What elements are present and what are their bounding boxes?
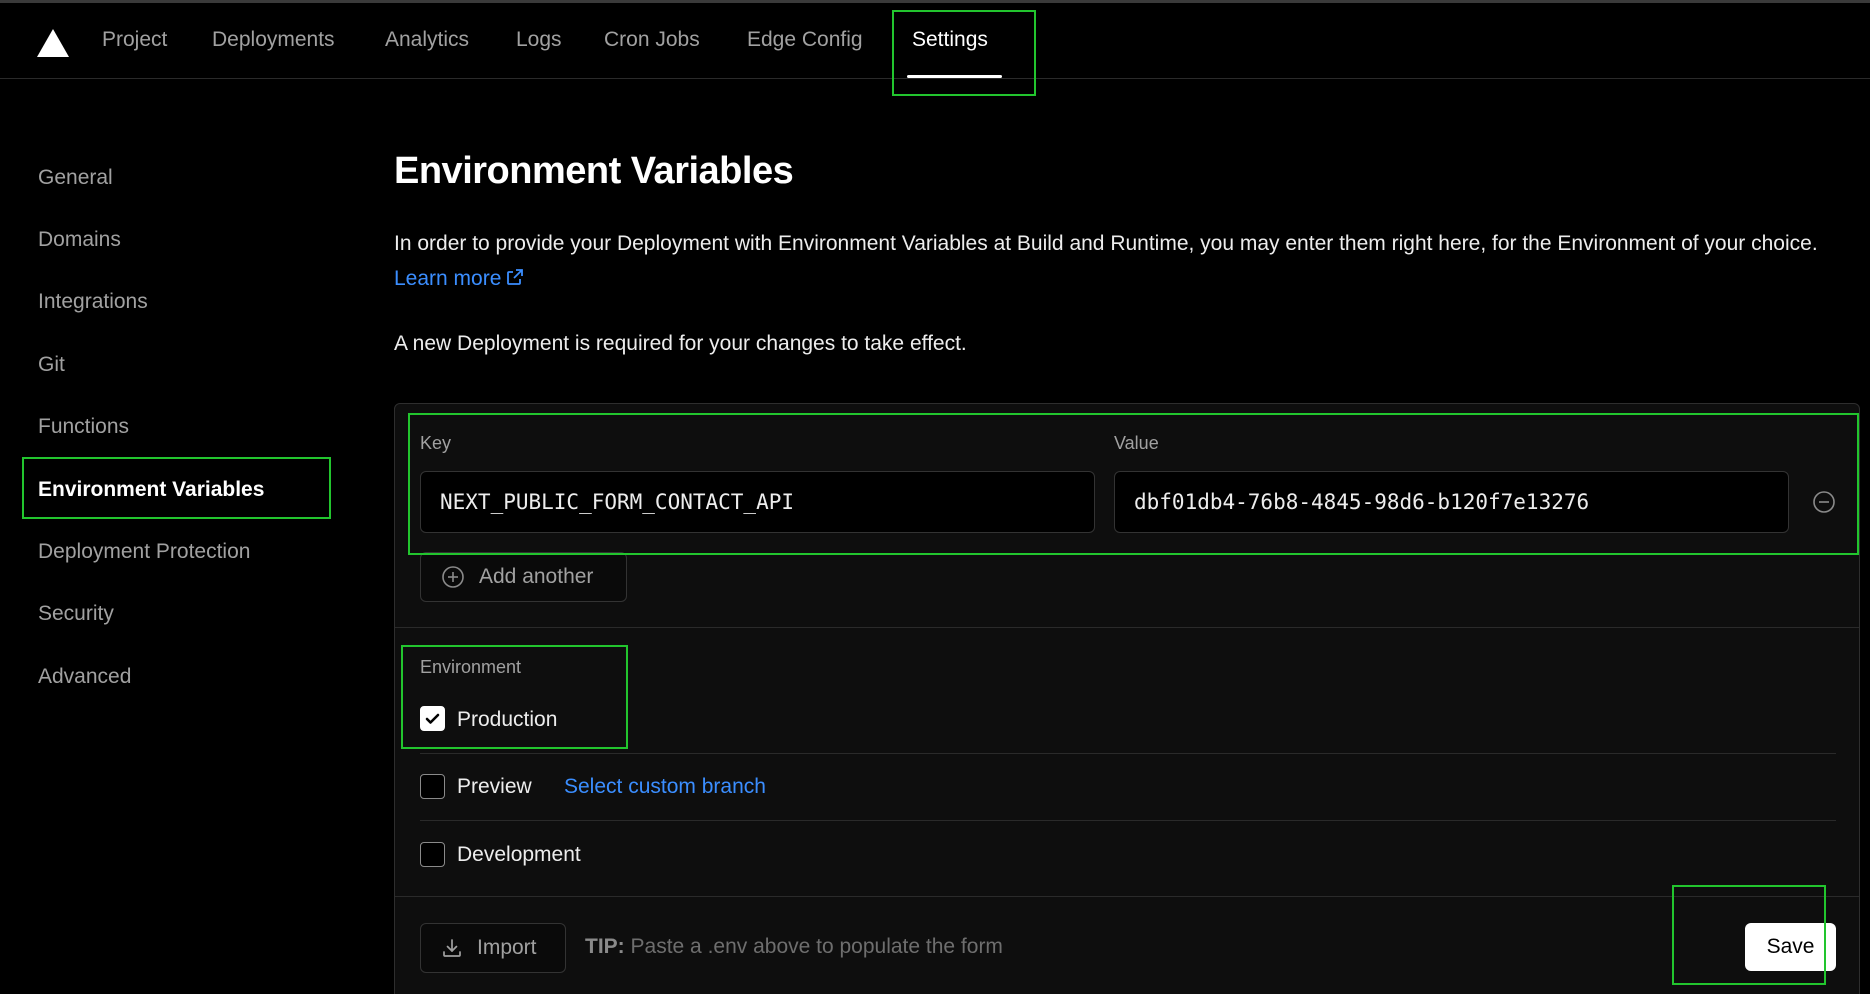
sidebar-item-integrations[interactable]: Integrations (38, 290, 148, 314)
sidebar-item-security[interactable]: Security (38, 602, 114, 626)
external-link-icon (507, 269, 524, 285)
sidebar-item-deployment-protection[interactable]: Deployment Protection (38, 540, 250, 564)
import-button[interactable]: Import (420, 923, 566, 973)
add-another-button[interactable]: Add another (420, 552, 627, 602)
download-icon (443, 939, 461, 957)
tip-text: TIP: Paste a .env above to populate the … (585, 935, 1003, 959)
key-input[interactable]: NEXT_PUBLIC_FORM_CONTACT_API (420, 471, 1095, 533)
tip-label: TIP: (585, 935, 625, 958)
sidebar-item-domains[interactable]: Domains (38, 228, 121, 252)
learn-more-label: Learn more (394, 267, 502, 290)
development-label[interactable]: Development (457, 843, 581, 867)
tab-cron-jobs[interactable]: Cron Jobs (604, 28, 700, 52)
tab-project[interactable]: Project (102, 28, 167, 52)
key-label: Key (420, 433, 452, 453)
tab-settings[interactable]: Settings (912, 28, 988, 52)
tab-analytics[interactable]: Analytics (385, 28, 469, 52)
preview-checkbox[interactable] (420, 774, 445, 799)
tab-deployments[interactable]: Deployments (212, 28, 335, 52)
sidebar-item-advanced[interactable]: Advanced (38, 665, 131, 689)
tab-logs[interactable]: Logs (516, 28, 562, 52)
sidebar-item-git[interactable]: Git (38, 353, 65, 377)
active-tab-indicator (907, 75, 1002, 78)
add-another-label: Add another (479, 565, 594, 588)
value-label: Value (1114, 433, 1159, 453)
top-navigation: Project Deployments Analytics Logs Cron … (0, 3, 1870, 79)
footer-divider (395, 896, 1859, 897)
import-label: Import (477, 936, 537, 959)
plus-circle-icon (442, 566, 464, 588)
remove-row-icon[interactable] (1812, 490, 1836, 514)
learn-more-link[interactable]: Learn more (394, 267, 525, 290)
section-divider (395, 627, 1859, 628)
vercel-logo-icon[interactable] (37, 29, 69, 57)
save-button[interactable]: Save (1745, 923, 1836, 971)
production-checkbox[interactable] (420, 706, 445, 731)
tip-message: Paste a .env above to populate the form (630, 935, 1003, 958)
value-input[interactable]: dbf01db4-76b8-4845-98d6-b120f7e13276 (1114, 471, 1789, 533)
page-title: Environment Variables (394, 150, 794, 192)
checkmark-icon (425, 713, 440, 724)
production-label[interactable]: Production (457, 708, 557, 732)
row-divider (420, 753, 1836, 754)
row-divider (420, 820, 1836, 821)
sidebar-item-functions[interactable]: Functions (38, 415, 129, 439)
sidebar-item-environment-variables[interactable]: Environment Variables (38, 478, 264, 502)
select-custom-branch-link[interactable]: Select custom branch (564, 775, 766, 799)
description-text: In order to provide your Deployment with… (394, 232, 1818, 255)
tab-edge-config[interactable]: Edge Config (747, 28, 863, 52)
environment-label: Environment (420, 657, 522, 677)
sidebar-item-general[interactable]: General (38, 166, 113, 190)
development-checkbox[interactable] (420, 842, 445, 867)
redeploy-note: A new Deployment is required for your ch… (394, 332, 967, 355)
preview-label[interactable]: Preview (457, 775, 532, 799)
page-description: In order to provide your Deployment with… (394, 226, 1854, 296)
